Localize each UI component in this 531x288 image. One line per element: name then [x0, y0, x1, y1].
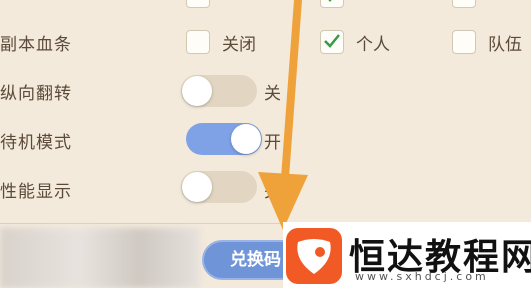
- watermark-url: www.sxhdcj.com: [355, 270, 489, 283]
- watermark: 恒达教程网 www.sxhdcj.com: [283, 222, 531, 288]
- watermark-logo-icon: [286, 228, 342, 284]
- logo-shape-icon: [297, 239, 331, 274]
